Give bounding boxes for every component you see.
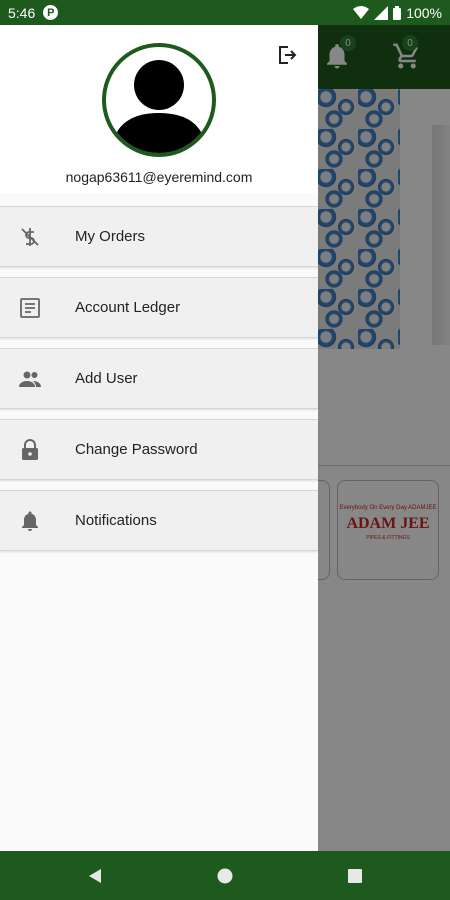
lock-icon: [18, 438, 42, 462]
wifi-icon: [353, 5, 370, 19]
drawer-header: nogap63611@eyeremind.com: [0, 25, 318, 193]
dollar-off-icon: [18, 225, 42, 249]
home-button[interactable]: [212, 863, 238, 889]
status-time: 5:46: [8, 4, 36, 21]
menu-label: My Orders: [75, 228, 146, 245]
status-indicators: 100%: [353, 5, 442, 21]
menu-item-change-password[interactable]: Change Password: [0, 419, 318, 480]
back-triangle-icon: [89, 869, 101, 883]
menu-item-account-ledger[interactable]: Account Ledger: [0, 277, 318, 338]
menu-item-notifications[interactable]: Notifications: [0, 490, 318, 551]
menu-label: Account Ledger: [75, 299, 181, 316]
menu-label: Add User: [75, 370, 138, 387]
recents-button[interactable]: [342, 863, 368, 889]
bell-icon: [18, 509, 42, 533]
system-navigation-bar: [0, 851, 450, 900]
user-email: nogap63611@eyeremind.com: [65, 169, 253, 185]
app-notification-icon: P: [43, 5, 59, 20]
recents-square-icon: [348, 869, 362, 883]
signal-icon: [374, 5, 389, 20]
menu-item-add-user[interactable]: Add User: [0, 348, 318, 409]
home-circle-icon: [217, 868, 233, 884]
battery-icon: [393, 5, 402, 20]
ledger-icon: [18, 296, 42, 320]
menu-item-my-orders[interactable]: My Orders: [0, 206, 318, 267]
avatar[interactable]: [102, 43, 216, 157]
battery-percent: 100%: [406, 4, 442, 21]
navigation-drawer: nogap63611@eyeremind.com My Orders Accou…: [0, 25, 318, 851]
menu-label: Change Password: [75, 441, 198, 458]
people-icon: [18, 367, 42, 391]
menu-label: Notifications: [75, 512, 157, 529]
back-button[interactable]: [82, 863, 108, 889]
logout-button[interactable]: [272, 41, 300, 69]
status-bar: 5:46 P 100%: [0, 0, 450, 25]
user-silhouette-icon: [111, 60, 207, 153]
logout-icon: [279, 46, 297, 64]
